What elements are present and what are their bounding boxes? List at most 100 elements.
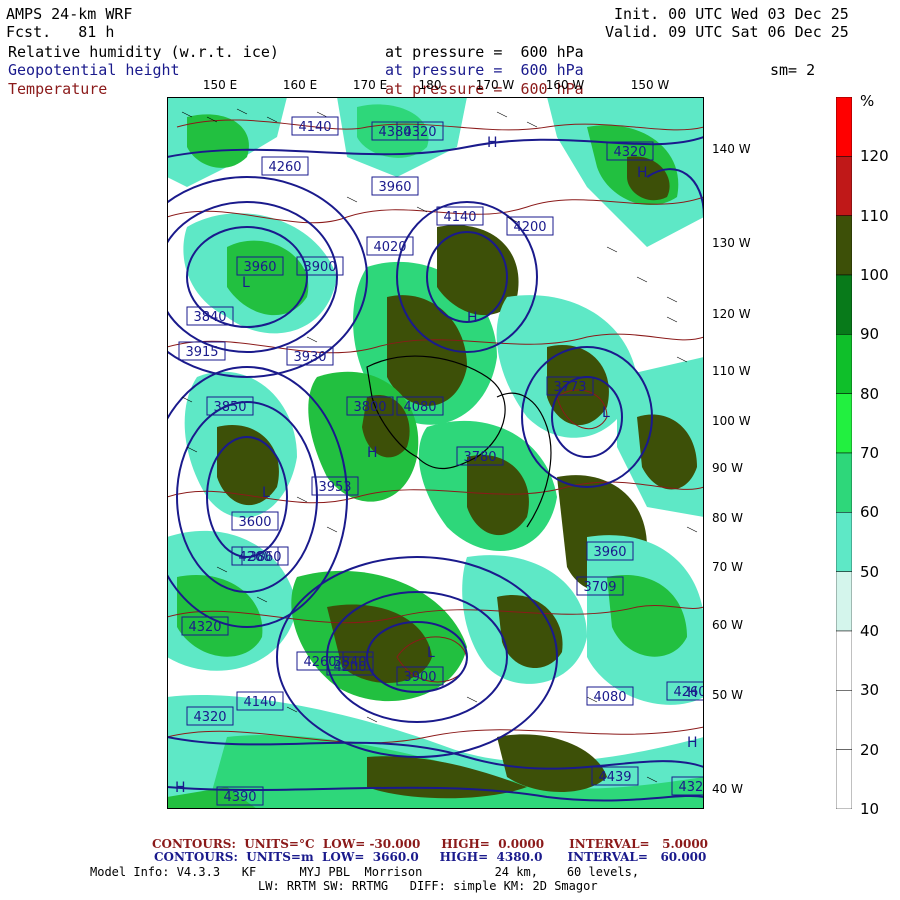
height-label: 3915 <box>178 341 226 361</box>
latitude-label: 40 W <box>712 782 743 796</box>
low-pressure-marker: L <box>602 405 610 421</box>
colorbar-swatch <box>836 97 852 157</box>
colorbar-label: 90 <box>860 325 880 344</box>
latitude-label: 70 W <box>712 560 743 574</box>
height-label: 3900 <box>396 666 444 686</box>
svg-text:3800: 3800 <box>353 400 386 415</box>
colorbar-swatch <box>836 512 852 572</box>
height-label: 4380 <box>371 121 419 141</box>
svg-text:3840: 3840 <box>333 655 366 670</box>
model-title: AMPS 24-km WRF <box>6 5 133 23</box>
svg-text:4380: 4380 <box>378 125 411 140</box>
colorbar-label: 10 <box>860 800 880 818</box>
high-pressure-marker: H <box>637 165 648 181</box>
latitude-label: 50 W <box>712 688 743 702</box>
field2-name: Geopotential height <box>8 61 180 79</box>
smoothing-label: sm= 2 <box>770 61 816 79</box>
svg-text:3773: 3773 <box>553 380 586 395</box>
height-label: 3960 <box>371 176 419 196</box>
svg-text:3840: 3840 <box>193 310 226 325</box>
model-info: Model Info: V4.3.3 KF MYJ PBL Morrison 2… <box>90 865 640 879</box>
svg-text:4320: 4320 <box>188 620 221 635</box>
high-pressure-marker: H <box>175 780 186 796</box>
svg-text:4020: 4020 <box>373 240 406 255</box>
high-pressure-marker: H <box>487 135 498 151</box>
svg-text:3915: 3915 <box>185 345 218 360</box>
svg-text:3960: 3960 <box>378 180 411 195</box>
low-pressure-marker: L <box>242 275 250 291</box>
colorbar-swatch <box>836 452 852 513</box>
latitude-label: 60 W <box>712 618 743 632</box>
height-label: 3900 <box>296 256 344 276</box>
svg-text:3709: 3709 <box>583 580 616 595</box>
init-time: Init. 00 UTC Wed 03 Dec 25 <box>614 5 849 23</box>
height-label: 4320 <box>186 706 234 726</box>
weather-map[interactable]: 4320 4260 4140 4200 3960 3900 4020 4080 3773 3840… <box>167 97 704 809</box>
height-label: 3960 <box>586 541 634 561</box>
field1-level: at pressure = 600 hPa <box>385 43 584 61</box>
svg-text:3960: 3960 <box>593 545 626 560</box>
height-label: 4140 <box>236 691 284 711</box>
colorbar-swatch <box>836 334 852 394</box>
colorbar-label: 110 <box>860 206 889 225</box>
height-label: 4260 <box>261 156 309 176</box>
height-label: 4260 <box>231 546 279 566</box>
longitude-label: 170 E <box>352 78 388 92</box>
svg-text:3600: 3600 <box>238 515 271 530</box>
height-label: 4140 <box>291 116 339 136</box>
longitude-label: 160 E <box>282 78 318 92</box>
height-label: 4260 <box>666 681 704 701</box>
colorbar-swatch <box>836 215 852 276</box>
high-pressure-marker: H <box>687 685 698 701</box>
valid-time: Valid. 09 UTC Sat 06 Dec 25 <box>605 23 849 41</box>
svg-text:3850: 3850 <box>213 400 246 415</box>
svg-text:3960: 3960 <box>243 260 276 275</box>
longitude-label: 180 <box>418 78 442 92</box>
svg-text:3930: 3930 <box>293 350 326 365</box>
height-label: 3773 <box>546 376 594 396</box>
low-pressure-marker: L <box>262 485 270 501</box>
high-pressure-marker: H <box>687 735 698 751</box>
height-label: 4020 <box>366 236 414 256</box>
latitude-label: 110 W <box>712 364 751 378</box>
height-label: 3800 <box>346 396 394 416</box>
colorbar-unit: % <box>860 92 875 110</box>
height-label: 3930 <box>286 346 334 366</box>
colorbar-label: 100 <box>860 266 889 284</box>
latitude-label: 90 W <box>712 461 743 475</box>
height-label: 4140 <box>436 206 484 226</box>
colorbar-label: 30 <box>860 681 880 700</box>
field3-name: Temperature <box>8 80 108 98</box>
low-pressure-marker: L <box>427 645 435 661</box>
svg-text:4260: 4260 <box>238 550 271 565</box>
colorbar-label: 50 <box>860 562 880 581</box>
colorbar-swatch <box>836 571 852 632</box>
height-label: 4320 <box>181 616 229 636</box>
svg-text:4140: 4140 <box>443 210 476 225</box>
high-pressure-marker: H <box>367 445 378 461</box>
longitude-label: 160 W <box>545 78 585 92</box>
height-label: 3709 <box>576 576 624 596</box>
height-contour-info: CONTOURS: UNITS=m LOW= 3660.0 HIGH= 4380… <box>154 850 707 864</box>
height-label: 3600 <box>231 511 279 531</box>
height-label: 4200 <box>506 216 554 236</box>
latitude-label: 140 W <box>712 142 751 156</box>
height-label: 3840 <box>326 651 374 671</box>
svg-text:3900: 3900 <box>303 260 336 275</box>
colorbar-label: 60 <box>860 503 880 522</box>
svg-text:3953: 3953 <box>318 480 351 495</box>
colorbar-swatch <box>836 630 852 691</box>
physics-info: LW: RRTM SW: RRTMG DIFF: simple KM: 2D S… <box>258 879 598 893</box>
height-label: 3953 <box>311 476 359 496</box>
field1-name: Relative humidity (w.r.t. ice) <box>8 43 279 61</box>
height-label: 4390 <box>216 786 264 806</box>
svg-text:4390: 4390 <box>223 790 256 805</box>
svg-text:4439: 4439 <box>598 770 631 785</box>
svg-text:4320: 4320 <box>613 145 646 160</box>
colorbar-label: 40 <box>860 622 880 640</box>
longitude-label: 170 W <box>475 78 515 92</box>
colorbar-label: 70 <box>860 444 880 462</box>
svg-text:4140: 4140 <box>298 120 331 135</box>
svg-text:4260: 4260 <box>268 160 301 175</box>
svg-text:4320: 4320 <box>678 780 704 795</box>
